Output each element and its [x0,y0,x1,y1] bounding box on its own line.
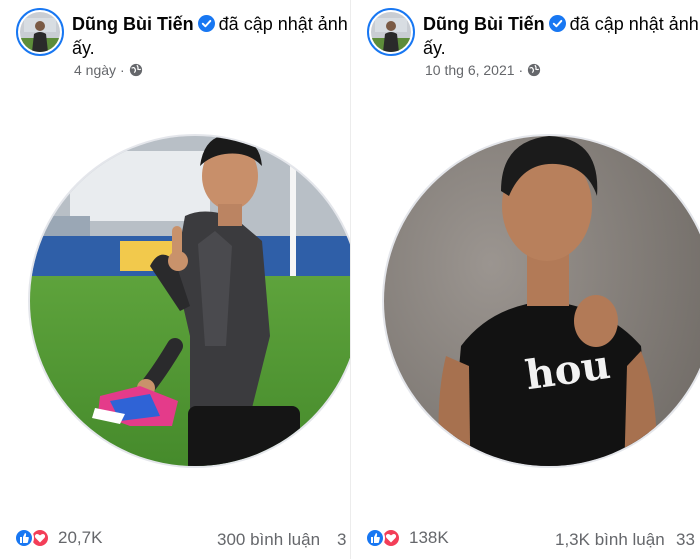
avatar-photo [371,12,411,52]
post-meta: 4 ngày · [74,62,143,78]
like-reaction-icon [14,528,34,548]
author-name[interactable]: Dũng Bùi Tiến [423,14,545,34]
author-name[interactable]: Dũng Bùi Tiến [72,14,194,34]
avatar-photo [20,12,60,52]
like-reaction-icon [365,528,385,548]
author-avatar[interactable] [367,8,415,56]
reactions-summary[interactable]: 138K [365,528,449,548]
shares-count[interactable]: 3 [337,530,346,550]
shares-count[interactable]: 33 [676,530,695,550]
verified-badge-icon [197,15,215,32]
reactions-count: 20,7K [58,528,103,547]
post-timestamp[interactable]: 4 ngày [74,62,116,78]
post-timestamp[interactable]: 10 thg 6, 2021 [425,62,515,78]
meta-separator: · [120,62,125,78]
globe-icon[interactable] [527,63,541,77]
author-avatar[interactable] [16,8,64,56]
profile-photo-container[interactable]: hou [351,96,700,516]
reactions-count: 138K [409,528,449,547]
meta-separator: · [518,62,524,78]
post-header: Dũng Bùi Tiếnđã cập nhật ảnh đại diện củ… [72,12,350,60]
profile-photo[interactable] [0,96,350,516]
post-card-left: Dũng Bùi Tiếnđã cập nhật ảnh đại diện củ… [0,0,350,559]
post-card-right: Dũng Bùi Tiếnđã cập nhật ảnh đại diện củ… [350,0,700,559]
post-footer: 138K 1,3K bình luận 33 [351,522,700,558]
post-footer: 20,7K 300 bình luận 3 [0,522,350,558]
comments-count[interactable]: 1,3K bình luận [555,530,665,550]
verified-badge-icon [548,15,566,32]
reactions-summary[interactable]: 20,7K [14,528,102,548]
comments-count[interactable]: 300 bình luận [217,530,320,550]
post-header: Dũng Bùi Tiếnđã cập nhật ảnh đại diện củ… [423,12,700,60]
globe-icon[interactable] [129,63,143,77]
profile-photo[interactable]: hou [351,96,700,516]
profile-photo-container[interactable] [0,96,350,516]
post-meta: 10 thg 6, 2021 · [425,62,541,78]
